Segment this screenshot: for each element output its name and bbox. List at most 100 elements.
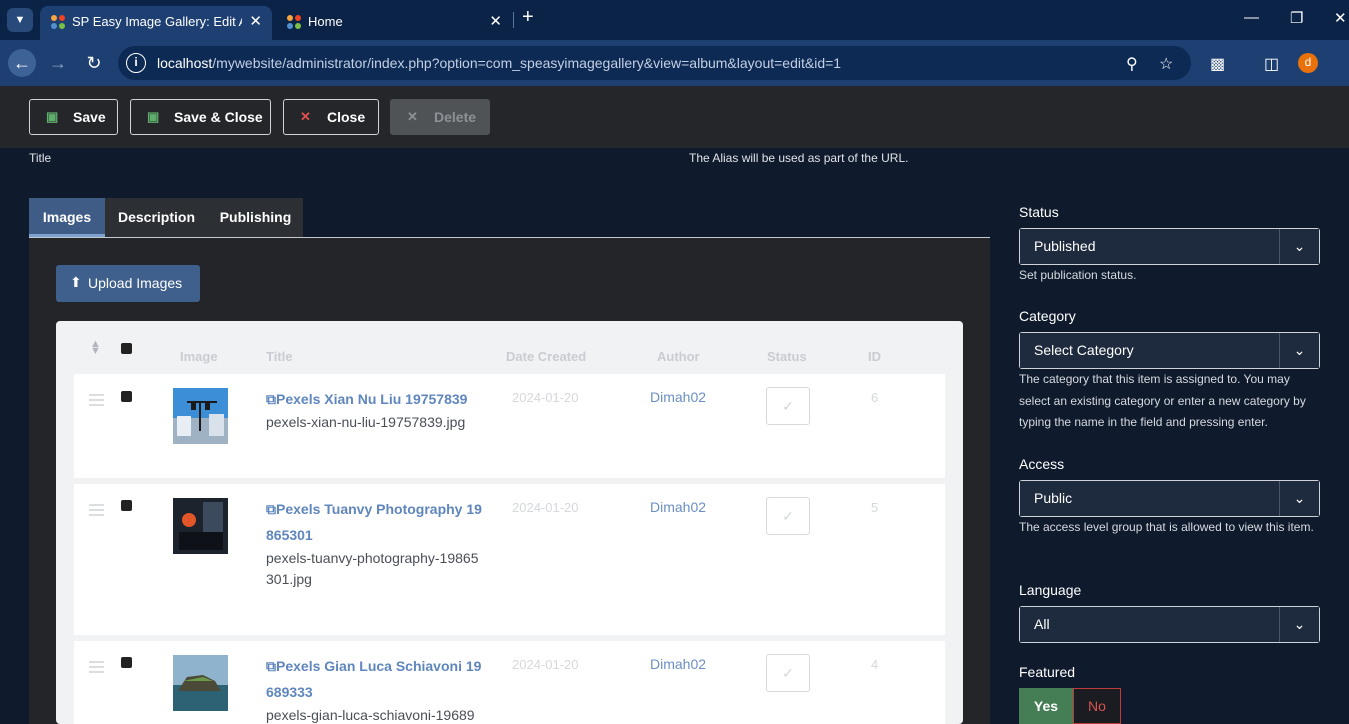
language-label: Language [1019,582,1082,598]
admin-toolbar: ▣ Save ▣ Save & Close ✕ Close ✕ Delete [0,86,1349,148]
new-tab-button[interactable]: + [522,6,534,29]
header-id[interactable]: ID [868,349,881,364]
drag-handle-icon[interactable]: — — — [89,654,104,679]
zoom-icon[interactable]: ⚲ [1126,54,1138,74]
status-toggle[interactable]: ✓ [766,654,810,692]
tab-description[interactable]: Description [105,198,208,237]
row-checkbox[interactable] [121,657,132,668]
forward-arrow-icon[interactable]: → [44,49,72,77]
tab-publishing[interactable]: Publishing [208,198,303,237]
featured-label: Featured [1019,664,1076,680]
save-button[interactable]: ▣ Save [29,99,118,135]
image-filename: pexels-gian-luca-schiavoni-19689 [266,707,475,723]
status-toggle[interactable]: ✓ [766,497,810,535]
image-filename: pexels-xian-nu-liu-19757839.jpg [266,414,466,430]
upload-images-button[interactable]: ⬆ Upload Images [56,265,200,302]
date-created: 2024-01-20 [512,390,579,405]
row-checkbox[interactable] [121,500,132,511]
save-icon: ▣ [147,109,160,124]
status-value: Published [1020,229,1280,264]
access-value: Public [1020,481,1280,516]
delete-icon: ✕ [407,109,418,124]
date-created: 2024-01-20 [512,500,579,515]
tab-title: Home [308,14,343,29]
close-icon: ✕ [300,109,311,124]
tab-close-icon[interactable]: ✕ [249,12,262,30]
status-select[interactable]: Published ⌄ [1019,228,1320,265]
close-button[interactable]: ✕ Close [283,99,379,135]
language-value: All [1020,607,1280,642]
tab-images[interactable]: Images [29,198,105,237]
row-id: 4 [871,657,879,672]
back-arrow-icon[interactable]: ← [8,49,36,77]
access-description: The access level group that is allowed t… [1019,520,1314,534]
browser-address-bar: ← → ↻ i localhost/mywebsite/administrato… [0,40,1349,86]
header-status[interactable]: Status [767,349,807,364]
window-close-icon[interactable]: ✕ [1334,9,1347,27]
access-label: Access [1019,456,1065,472]
category-description: The category that this item is assigned … [1019,372,1306,429]
date-created: 2024-01-20 [512,657,579,672]
tab-search-button[interactable]: ▼ [7,8,33,32]
status-toggle[interactable]: ✓ [766,387,810,425]
minimize-icon[interactable]: — [1244,9,1259,26]
category-select[interactable]: Select Category ⌄ [1019,332,1320,369]
browser-tab-strip: ▼ SP Easy Image Gallery: Edit Albu ✕ Hom… [0,0,1349,40]
side-panel-icon[interactable]: ◫ [1264,54,1279,74]
author-link[interactable]: Dimah02 [650,499,706,515]
image-title-link[interactable]: ⧉Pexels Tuanvy Photography 19 865301 [266,496,486,548]
reload-icon[interactable]: ↻ [80,49,108,77]
author-link[interactable]: Dimah02 [650,656,706,672]
url-input[interactable]: i localhost/mywebsite/administrator/inde… [118,46,1191,80]
category-label: Category [1019,308,1076,324]
tab-close-icon[interactable]: ✕ [489,12,502,30]
chevron-down-icon: ⌄ [1279,229,1319,264]
image-thumbnail[interactable] [173,388,228,444]
header-author[interactable]: Author [657,349,700,364]
chevron-down-icon: ⌄ [1279,607,1319,642]
save-close-button[interactable]: ▣ Save & Close [130,99,271,135]
access-select[interactable]: Public ⌄ [1019,480,1320,517]
site-info-icon[interactable]: i [126,53,146,73]
url-text: localhost/mywebsite/administrator/index.… [157,55,842,71]
image-title-link[interactable]: ⧉Pexels Gian Luca Schiavoni 19 689333 [266,653,486,705]
close-label: Close [327,109,366,125]
featured-yes-button[interactable]: Yes [1019,688,1073,724]
featured-no-button[interactable]: No [1073,688,1121,724]
chevron-down-icon: ⌄ [1279,333,1319,368]
drag-handle-icon[interactable]: — — — [89,497,104,522]
author-link[interactable]: Dimah02 [650,389,706,405]
language-select[interactable]: All ⌄ [1019,606,1320,643]
save-close-label: Save & Close [174,109,263,125]
bookmark-star-icon[interactable]: ☆ [1159,54,1173,74]
delete-button[interactable]: ✕ Delete [390,99,490,135]
image-thumbnail[interactable] [173,655,228,711]
chevron-down-icon: ⌄ [1279,481,1319,516]
status-label: Status [1019,204,1059,220]
alias-hint: The Alias will be used as part of the UR… [689,151,909,165]
row-id: 6 [871,390,879,405]
image-title-link[interactable]: ⧉Pexels Xian Nu Liu 19757839 [266,386,486,412]
joomla-favicon-icon [287,15,301,29]
upload-label: Upload Images [88,275,183,291]
header-date[interactable]: Date Created [506,349,586,364]
extensions-icon[interactable]: ▩ [1210,54,1225,74]
select-all-checkbox[interactable] [121,343,132,354]
header-image: Image [180,349,218,364]
drag-handle-icon[interactable]: — — — [89,387,104,412]
browser-tab[interactable]: Home ✕ [276,6,512,40]
profile-avatar[interactable]: d [1298,53,1318,73]
category-value: Select Category [1020,333,1280,368]
header-title[interactable]: Title [266,349,293,364]
browser-tab-active[interactable]: SP Easy Image Gallery: Edit Albu ✕ [40,6,272,40]
sort-icon[interactable]: ▲ ▼ [90,339,101,357]
row-id: 5 [871,500,879,515]
save-icon: ▣ [46,109,59,124]
image-thumbnail[interactable] [173,498,228,554]
row-checkbox[interactable] [121,391,132,402]
restore-icon[interactable]: ❐ [1290,9,1303,27]
tab-separator [513,12,514,28]
delete-label: Delete [434,109,477,125]
save-label: Save [73,109,106,125]
image-filename: pexels-tuanvy-photography-19865 301.jpg [266,550,479,587]
